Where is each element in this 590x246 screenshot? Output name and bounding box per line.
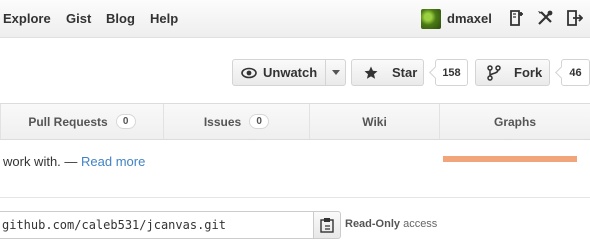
- tab-label: Wiki: [362, 114, 387, 129]
- settings-icon[interactable]: [536, 9, 554, 27]
- star-label: Star: [392, 65, 418, 80]
- nav-blog[interactable]: Blog: [106, 11, 135, 26]
- tab-pull-requests[interactable]: Pull Requests 0: [0, 104, 164, 139]
- top-header: Explore Gist Blog Help dmaxel: [0, 0, 590, 38]
- unwatch-label: Unwatch: [263, 65, 318, 80]
- description-text: work with. —: [3, 154, 82, 169]
- star-button[interactable]: Star: [351, 59, 424, 86]
- fork-label: Fork: [514, 65, 543, 80]
- nav-help[interactable]: Help: [150, 11, 178, 26]
- stargazers-count[interactable]: 158: [435, 59, 468, 86]
- access-strong: Read-Only: [345, 218, 401, 230]
- repo-tabs: Pull Requests 0 Issues 0 Wiki Graphs: [0, 103, 590, 140]
- divider: [0, 197, 590, 198]
- star-icon: [364, 66, 378, 79]
- tab-label: Pull Requests: [28, 114, 108, 129]
- fork-button[interactable]: Fork: [475, 59, 550, 86]
- username[interactable]: dmaxel: [447, 11, 492, 26]
- nav-explore[interactable]: Explore: [3, 11, 51, 26]
- forks-count[interactable]: 46: [561, 59, 590, 86]
- sign-out-icon[interactable]: [565, 9, 584, 27]
- access-level: Read-Only access: [345, 218, 437, 230]
- repo-description: work with. — Read more: [3, 154, 145, 169]
- tab-graphs[interactable]: Graphs: [440, 104, 590, 139]
- unwatch-button[interactable]: Unwatch: [232, 59, 326, 86]
- new-repo-icon[interactable]: [507, 9, 525, 27]
- tab-label: Issues: [203, 114, 242, 129]
- clone-url-field[interactable]: github.com/caleb531/jcanvas.git: [0, 211, 314, 239]
- avatar[interactable]: [421, 9, 441, 29]
- access-rest: access: [400, 218, 438, 230]
- tab-wiki[interactable]: Wiki: [310, 104, 440, 139]
- tab-label: Graphs: [493, 114, 536, 129]
- clipboard-icon: [320, 218, 334, 233]
- fork-icon: [487, 64, 501, 81]
- nav-gist[interactable]: Gist: [66, 11, 91, 26]
- eye-icon: [241, 67, 257, 78]
- watch-options-button[interactable]: [325, 59, 346, 86]
- chevron-down-icon: [331, 70, 340, 75]
- copy-to-clipboard-button[interactable]: [313, 211, 341, 239]
- issues-count-badge: 0: [249, 114, 270, 129]
- pull-requests-count-badge: 0: [115, 114, 136, 129]
- tab-issues[interactable]: Issues 0: [164, 104, 310, 139]
- read-more-link[interactable]: Read more: [81, 154, 145, 169]
- language-bar[interactable]: [443, 156, 577, 162]
